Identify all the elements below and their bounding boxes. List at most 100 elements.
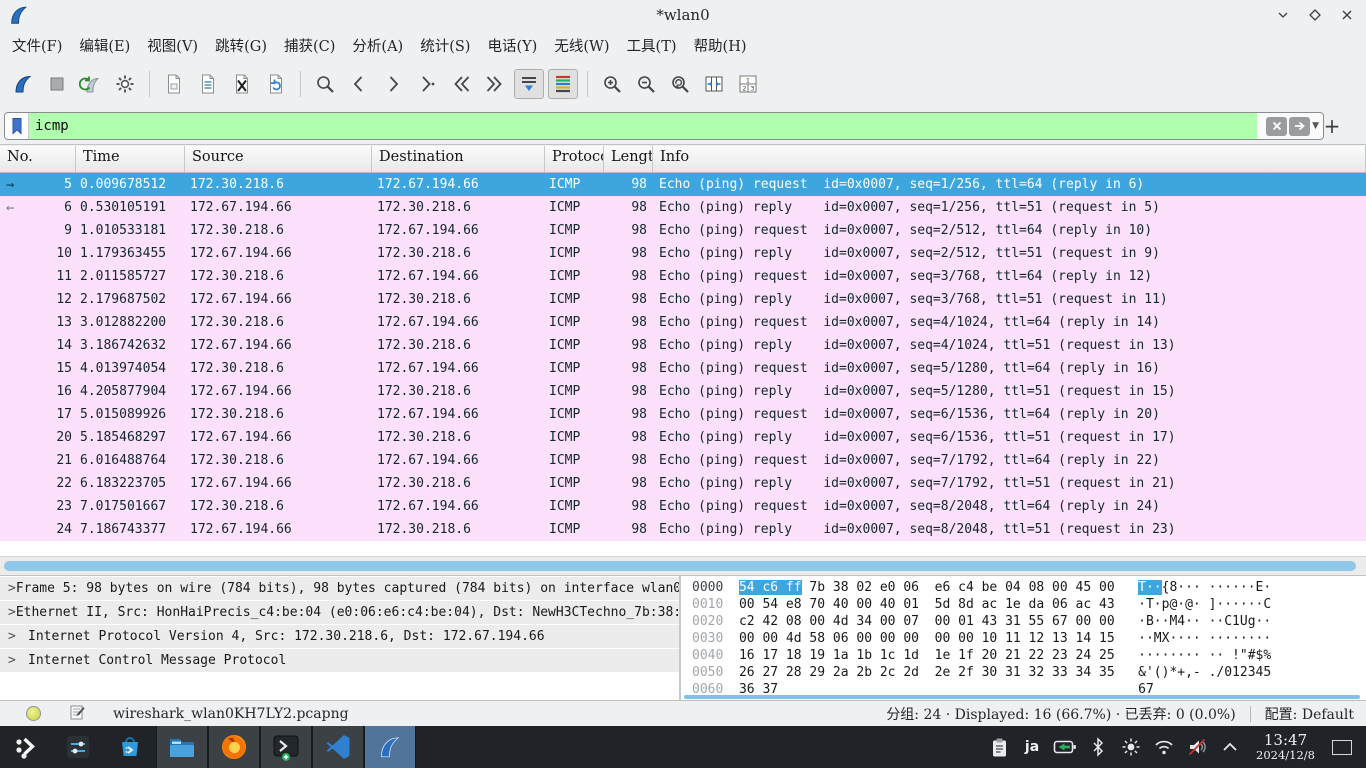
packet-row-15[interactable]: 154.013974054172.30.218.6172.67.194.66IC… [0,357,1366,380]
close-file-icon[interactable] [227,69,257,99]
expand-arrow-icon[interactable]: > [8,653,28,668]
maximize-button[interactable] [1304,4,1326,26]
clipboard-icon[interactable] [986,734,1012,760]
hex-row-0000[interactable]: 0000 54 c6 ff 7b 38 02 e0 06 e6 c4 be 04… [692,579,1366,596]
packet-row-14[interactable]: 143.186742632172.67.194.66172.30.218.6IC… [0,334,1366,357]
add-filter-button[interactable]: + [1320,112,1344,140]
packet-row-6[interactable]: 60.530105191172.67.194.66172.30.218.6ICM… [0,196,1366,219]
go-previous-icon[interactable] [344,69,374,99]
find-packet-icon[interactable] [310,69,340,99]
menu-item-8[interactable]: 无线(W) [546,31,617,60]
packet-list-hscrollbar[interactable] [0,556,1366,575]
menu-item-0[interactable]: 文件(F) [4,31,70,60]
battery-icon[interactable] [1052,734,1078,760]
input-method-ja[interactable]: ja [1019,734,1045,760]
stop-capture-icon[interactable] [42,69,72,99]
zoom-in-icon[interactable] [597,69,627,99]
wifi-icon[interactable] [1151,734,1177,760]
auto-scroll-icon[interactable] [514,69,544,99]
expand-arrow-icon[interactable]: > [8,605,16,620]
hex-hscrollbar[interactable] [684,695,1360,699]
packet-row-10[interactable]: 101.179363455172.67.194.66172.30.218.6IC… [0,242,1366,265]
reload-file-icon[interactable] [261,69,291,99]
column-header-protocol[interactable]: Protocol [545,146,604,172]
column-header-no[interactable]: No. [0,146,76,172]
menu-item-5[interactable]: 分析(A) [344,31,411,60]
caret-down-icon[interactable]: ▼ [1312,121,1319,131]
zoom-out-icon[interactable] [631,69,661,99]
column-header-destination[interactable]: Destination [372,146,545,172]
menu-item-4[interactable]: 捕获(C) [276,31,343,60]
volume-muted-icon[interactable] [1184,734,1210,760]
taskbar-app-wireshark[interactable] [364,726,416,768]
system-settings-icon[interactable] [52,726,104,768]
bookmark-icon[interactable] [5,113,29,139]
packet-row-20[interactable]: 205.185468297172.67.194.66172.30.218.6IC… [0,426,1366,449]
titlebar[interactable]: *wlan0 [0,0,1366,30]
display-filter-input[interactable]: icmp ▼ [4,112,1324,140]
menu-item-2[interactable]: 视图(V) [139,31,206,60]
packet-row-21[interactable]: 216.016488764172.30.218.6172.67.194.66IC… [0,449,1366,472]
column-header-time[interactable]: Time [76,146,185,172]
expand-arrow-icon[interactable]: > [8,581,16,596]
packet-row-11[interactable]: 112.011585727172.30.218.6172.67.194.66IC… [0,265,1366,288]
capture-comment-icon[interactable] [69,704,85,724]
show-desktop-button[interactable] [1332,740,1352,755]
save-file-icon[interactable] [193,69,223,99]
taskbar-app-file-manager[interactable] [156,726,208,768]
zoom-reset-icon[interactable] [665,69,695,99]
hex-row-0050[interactable]: 0050 26 27 28 29 2a 2b 2c 2d 2e 2f 30 31… [692,664,1366,681]
packet-row-16[interactable]: 164.205877904172.67.194.66172.30.218.6IC… [0,380,1366,403]
filter-text[interactable]: icmp [29,113,1257,139]
resize-columns-icon[interactable] [699,69,729,99]
menu-item-6[interactable]: 统计(S) [412,31,478,60]
column-header-length[interactable]: Length [604,146,653,172]
close-button[interactable] [1336,4,1358,26]
menu-item-9[interactable]: 工具(T) [619,31,685,60]
app-launcher-icon[interactable] [0,726,52,768]
go-first-icon[interactable] [446,69,476,99]
capture-options-icon[interactable] [110,69,140,99]
open-file-icon[interactable] [159,69,189,99]
apply-arrow-icon[interactable] [1289,117,1310,136]
packet-row-23[interactable]: 237.017501667172.30.218.6172.67.194.66IC… [0,495,1366,518]
taskbar-clock[interactable]: 13:47 2024/12/8 [1256,733,1315,761]
minimize-button[interactable] [1272,4,1294,26]
hex-row-0010[interactable]: 0010 00 54 e8 70 40 00 40 01 5d 8d ac 1e… [692,596,1366,613]
packet-row-9[interactable]: 91.010533181172.30.218.6172.67.194.66ICM… [0,219,1366,242]
capture-filename[interactable]: wireshark_wlan0KH7LY2.pcapng [113,706,349,722]
hex-row-0040[interactable]: 0040 16 17 18 19 1a 1b 1c 1d 1e 1f 20 21… [692,647,1366,664]
hex-dump-pane[interactable]: 0000 54 c6 ff 7b 38 02 e0 06 e6 c4 be 04… [683,576,1366,701]
bluetooth-icon[interactable] [1085,734,1111,760]
menu-item-1[interactable]: 编辑(E) [71,31,138,60]
detail-line-3[interactable]: >Internet Control Message Protocol [0,649,679,672]
start-capture-icon[interactable] [8,69,38,99]
clear-icon[interactable] [1266,117,1287,136]
brightness-icon[interactable] [1118,734,1144,760]
packet-row-24[interactable]: 247.186743377172.67.194.66172.30.218.6IC… [0,518,1366,541]
column-header-info[interactable]: Info [653,146,1366,172]
packet-row-12[interactable]: 122.179687502172.67.194.66172.30.218.6IC… [0,288,1366,311]
profile-label[interactable]: 配置: Default [1265,704,1354,724]
packet-detail-pane[interactable]: >Frame 5: 98 bytes on wire (784 bits), 9… [0,576,681,701]
go-last-icon[interactable] [480,69,510,99]
hex-row-0020[interactable]: 0020 c2 42 08 00 4d 34 00 07 00 01 43 31… [692,613,1366,630]
taskbar-app-vscode[interactable] [312,726,364,768]
layout-123-icon[interactable]: 123 [733,69,763,99]
menu-item-3[interactable]: 跳转(G) [207,31,275,60]
taskbar-app-firefox[interactable] [208,726,260,768]
packet-row-5[interactable]: 50.009678512172.30.218.6172.67.194.66ICM… [0,173,1366,196]
expand-arrow-icon[interactable]: > [8,629,28,644]
taskbar-app-konsole[interactable] [260,726,312,768]
detail-line-0[interactable]: >Frame 5: 98 bytes on wire (784 bits), 9… [0,577,679,600]
go-next-icon[interactable] [378,69,408,99]
detail-line-1[interactable]: >Ethernet II, Src: HonHaiPrecis_c4:be:04… [0,601,679,624]
expand-tray-icon[interactable] [1217,734,1243,760]
menu-item-7[interactable]: 电话(Y) [479,31,545,60]
colorize-icon[interactable] [548,69,578,99]
expert-info-icon[interactable] [26,706,41,721]
go-to-packet-icon[interactable] [412,69,442,99]
hex-row-0030[interactable]: 0030 00 00 4d 58 06 00 00 00 00 00 10 11… [692,630,1366,647]
column-header-source[interactable]: Source [185,146,372,172]
discover-icon[interactable] [104,726,156,768]
